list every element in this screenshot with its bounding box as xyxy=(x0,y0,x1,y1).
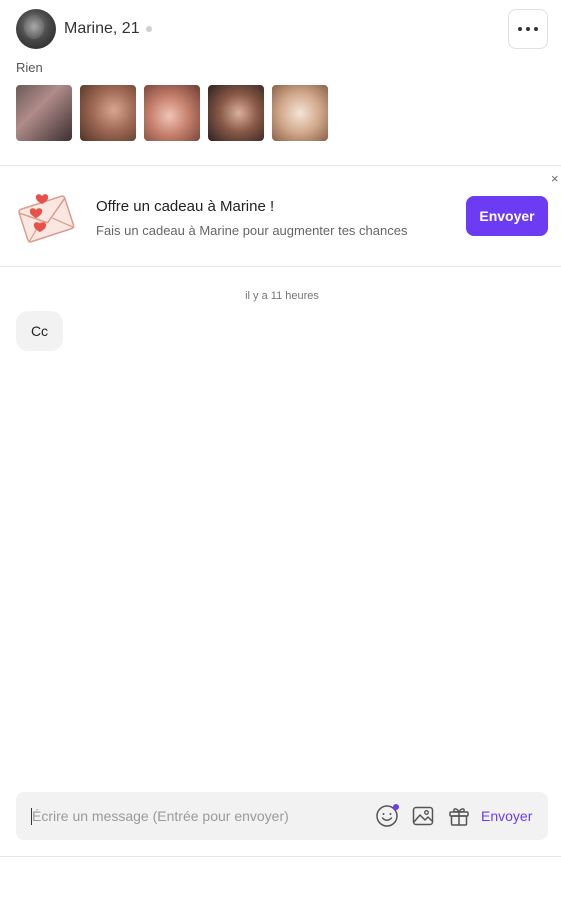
profile-header: Marine, 21 Rien xyxy=(0,0,561,165)
profile-photo[interactable] xyxy=(16,85,72,141)
image-icon[interactable] xyxy=(411,804,435,828)
profile-photo[interactable] xyxy=(80,85,136,141)
profile-name[interactable]: Marine, 21 xyxy=(64,20,140,38)
profile-bio: Rien xyxy=(16,60,43,75)
message-bubble: Cc xyxy=(16,311,63,351)
message-timestamp: il y a 11 heures xyxy=(245,290,319,302)
love-letter-icon xyxy=(18,194,75,243)
photo-strip xyxy=(16,85,328,141)
message-composer: Envoyer xyxy=(16,792,548,840)
divider xyxy=(0,266,561,267)
send-button[interactable]: Envoyer xyxy=(481,808,532,824)
close-icon[interactable]: × xyxy=(551,172,559,186)
gift-send-button[interactable]: Envoyer xyxy=(466,196,548,236)
gift-icon[interactable] xyxy=(447,804,471,828)
more-icon xyxy=(518,27,522,31)
more-options-button[interactable] xyxy=(508,9,548,49)
divider xyxy=(0,856,561,857)
notification-dot xyxy=(393,804,399,810)
profile-photo[interactable] xyxy=(208,85,264,141)
avatar[interactable] xyxy=(16,9,56,49)
gift-subtitle: Fais un cadeau à Marine pour augmenter t… xyxy=(96,223,408,238)
gift-title: Offre un cadeau à Marine ! xyxy=(96,198,275,215)
gift-banner: Offre un cadeau à Marine ! Fais un cadea… xyxy=(0,166,561,266)
status-dot xyxy=(146,26,152,32)
profile-photo[interactable] xyxy=(144,85,200,141)
profile-photo[interactable] xyxy=(272,85,328,141)
message-input[interactable] xyxy=(32,803,372,829)
text-caret xyxy=(31,808,32,825)
